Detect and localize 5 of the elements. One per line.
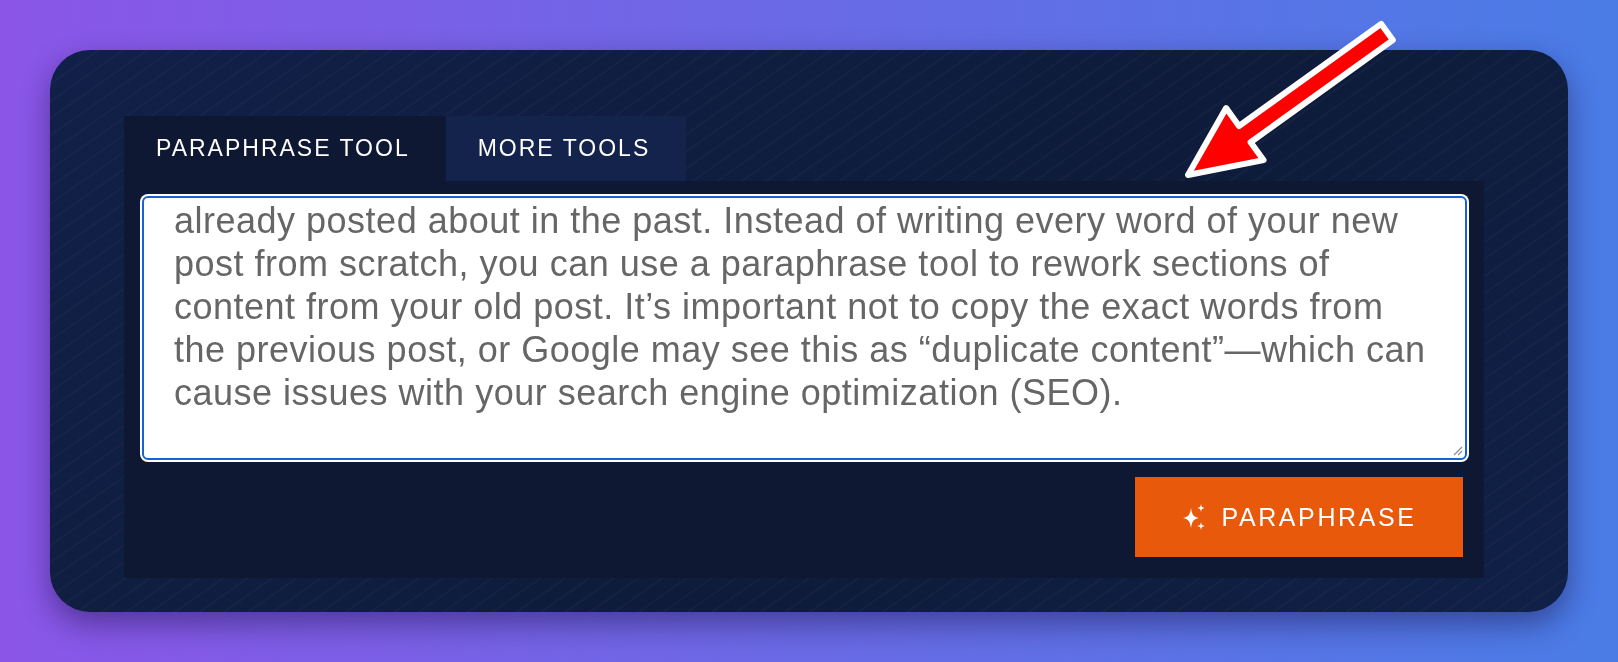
paraphrase-button[interactable]: PARAPHRASE	[1135, 477, 1463, 557]
text-input-field[interactable]: already posted about in the past. Instead of writing every word of your new post from scratch, you can use a paraphrase tool to rework sections of content from your old post. It’s important not to copy the exact words from the previous post, or Google may see this as “duplicate content”—which can cause issues with your search engine optimization (SEO).	[142, 196, 1467, 460]
tab[interactable]: MORE TOOLS	[445, 116, 687, 181]
resize-grip-icon[interactable]	[1451, 444, 1463, 456]
tab[interactable]: PARAPHRASE TOOL	[124, 116, 446, 181]
